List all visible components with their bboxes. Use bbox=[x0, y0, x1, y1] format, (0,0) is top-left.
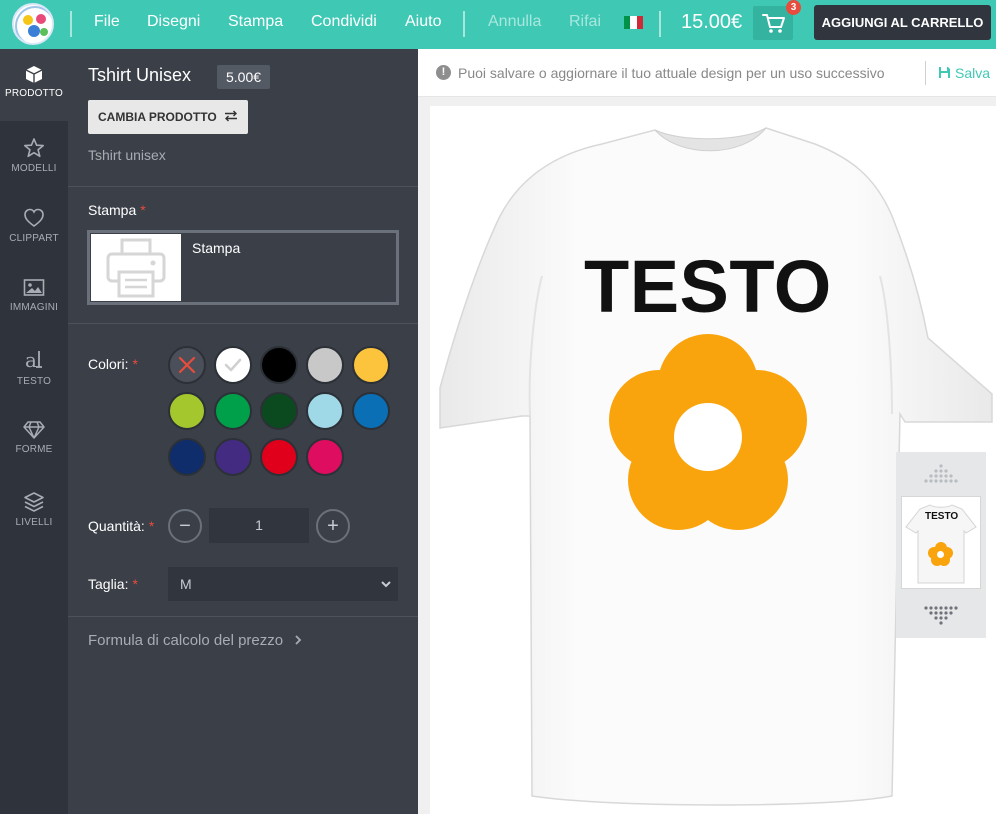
sidebar-item-product[interactable]: PRODOTTO bbox=[0, 49, 68, 121]
divider bbox=[68, 616, 418, 617]
sidebar-item-label: MODELLI bbox=[11, 163, 57, 174]
color-swatch-none[interactable] bbox=[168, 346, 206, 384]
star-icon bbox=[24, 138, 44, 158]
flower-clipart[interactable] bbox=[604, 334, 814, 534]
sidebar-item-label: FORME bbox=[15, 444, 53, 455]
top-bar: File Disegni Stampa Condividi Aiuto Annu… bbox=[0, 0, 996, 49]
color-swatch[interactable] bbox=[214, 346, 252, 384]
view-thumbnails: TESTO bbox=[896, 452, 986, 638]
divider bbox=[68, 323, 418, 324]
menu-file[interactable]: File bbox=[94, 13, 120, 31]
divider bbox=[925, 61, 926, 85]
shop-logo-icon[interactable] bbox=[12, 3, 54, 45]
price-formula-label: Formula di calcolo del prezzo bbox=[88, 632, 284, 649]
color-swatch[interactable] bbox=[214, 392, 252, 430]
product-options-panel: Tshirt Unisex 5.00€ CAMBIA PRODOTTO Tshi… bbox=[68, 49, 418, 814]
layers-icon bbox=[24, 492, 44, 512]
sidebar-item-label: TESTO bbox=[16, 376, 52, 387]
box-icon bbox=[25, 66, 43, 83]
sidebar-item-text[interactable]: a TESTO bbox=[0, 337, 68, 409]
size-label: Taglia: * bbox=[88, 576, 138, 592]
check-icon bbox=[224, 358, 242, 372]
undo-button[interactable]: Annulla bbox=[488, 13, 541, 31]
sidebar-item-images[interactable]: IMMAGINI bbox=[0, 265, 68, 337]
color-swatch[interactable] bbox=[306, 438, 344, 476]
change-product-label: CAMBIA PRODOTTO bbox=[97, 110, 217, 124]
sidebar-item-models[interactable]: MODELLI bbox=[0, 121, 68, 193]
sidebar-item-label: LIVELLI bbox=[15, 517, 53, 528]
scroll-up-icon[interactable] bbox=[896, 458, 986, 488]
image-icon bbox=[23, 279, 45, 296]
save-label: Salva bbox=[955, 65, 991, 81]
color-swatch[interactable] bbox=[168, 438, 206, 476]
save-info-bar: ! Puoi salvare o aggiornare il tuo attua… bbox=[418, 49, 996, 97]
add-to-cart-button[interactable]: AGGIUNGI AL CARRELLO bbox=[814, 5, 991, 40]
sidebar-item-label: CLIPPART bbox=[9, 233, 59, 244]
chevron-down-icon bbox=[381, 581, 391, 588]
color-swatch[interactable] bbox=[306, 346, 344, 384]
color-swatch[interactable] bbox=[260, 438, 298, 476]
divider bbox=[68, 186, 418, 187]
print-label: Stampa * bbox=[88, 202, 146, 218]
sidebar-item-label: PRODOTTO bbox=[4, 88, 64, 99]
design-text-element[interactable]: TESTO bbox=[584, 244, 832, 329]
icon-sidebar: PRODOTTO MODELLI CLIPPART IMMAGINI a TES… bbox=[0, 49, 68, 814]
colors-label: Colori: * bbox=[88, 356, 138, 372]
menu-help[interactable]: Aiuto bbox=[405, 13, 441, 31]
diamond-icon bbox=[23, 421, 45, 439]
menu-share[interactable]: Condividi bbox=[311, 13, 377, 31]
menu-divider bbox=[463, 11, 465, 37]
thumbnail-text: TESTO bbox=[925, 511, 959, 522]
sidebar-item-clipart[interactable]: CLIPPART bbox=[0, 193, 68, 265]
scroll-down-icon[interactable] bbox=[896, 602, 986, 632]
quantity-increase-button[interactable]: + bbox=[316, 509, 350, 543]
print-option-name: Stampa bbox=[192, 240, 241, 256]
color-swatch[interactable] bbox=[306, 392, 344, 430]
color-swatch[interactable] bbox=[260, 346, 298, 384]
color-swatch[interactable] bbox=[352, 346, 390, 384]
save-button[interactable]: Salva bbox=[938, 65, 990, 81]
quantity-input[interactable]: 1 bbox=[209, 508, 309, 543]
quantity-decrease-button[interactable]: − bbox=[168, 509, 202, 543]
text-icon: a bbox=[25, 348, 42, 372]
print-option-card[interactable]: Stampa bbox=[87, 230, 399, 305]
sidebar-item-layers[interactable]: LIVELLI bbox=[0, 481, 68, 553]
sidebar-item-shapes[interactable]: FORME bbox=[0, 409, 68, 481]
svg-text:a: a bbox=[25, 348, 37, 372]
size-value: M bbox=[180, 576, 192, 592]
menu-print[interactable]: Stampa bbox=[228, 13, 283, 31]
cart-total-price: 15.00€ bbox=[681, 11, 743, 33]
chevron-right-icon bbox=[295, 635, 302, 645]
exclamation-icon: ! bbox=[436, 65, 451, 80]
sidebar-item-label: IMMAGINI bbox=[9, 302, 59, 313]
front-view-thumbnail[interactable]: TESTO bbox=[901, 496, 981, 589]
close-icon bbox=[178, 356, 196, 374]
menu-designs[interactable]: Disegni bbox=[147, 13, 200, 31]
menu-divider bbox=[70, 11, 72, 37]
swap-arrows-icon bbox=[225, 110, 237, 122]
color-swatch[interactable] bbox=[168, 392, 206, 430]
product-title: Tshirt Unisex bbox=[88, 65, 192, 85]
change-product-button[interactable]: CAMBIA PRODOTTO bbox=[88, 100, 248, 134]
heart-icon bbox=[24, 208, 44, 227]
redo-button[interactable]: Rifai bbox=[569, 13, 601, 31]
color-swatch[interactable] bbox=[260, 392, 298, 430]
design-area: ! Puoi salvare o aggiornare il tuo attua… bbox=[418, 49, 996, 814]
cart-count-badge: 3 bbox=[786, 0, 801, 15]
menu-divider bbox=[659, 11, 661, 37]
color-swatch[interactable] bbox=[352, 392, 390, 430]
product-subtitle: Tshirt unisex bbox=[88, 147, 166, 163]
color-swatch[interactable] bbox=[214, 438, 252, 476]
quantity-label: Quantità: * bbox=[88, 518, 155, 534]
floppy-disk-icon bbox=[939, 67, 950, 78]
size-select[interactable]: M bbox=[168, 567, 398, 601]
product-price-badge: 5.00€ bbox=[217, 65, 271, 89]
price-formula-link[interactable]: Formula di calcolo del prezzo bbox=[88, 632, 303, 649]
italian-flag-icon[interactable] bbox=[624, 16, 643, 29]
save-info-message: Puoi salvare o aggiornare il tuo attuale… bbox=[458, 65, 885, 81]
printer-icon bbox=[91, 234, 181, 301]
